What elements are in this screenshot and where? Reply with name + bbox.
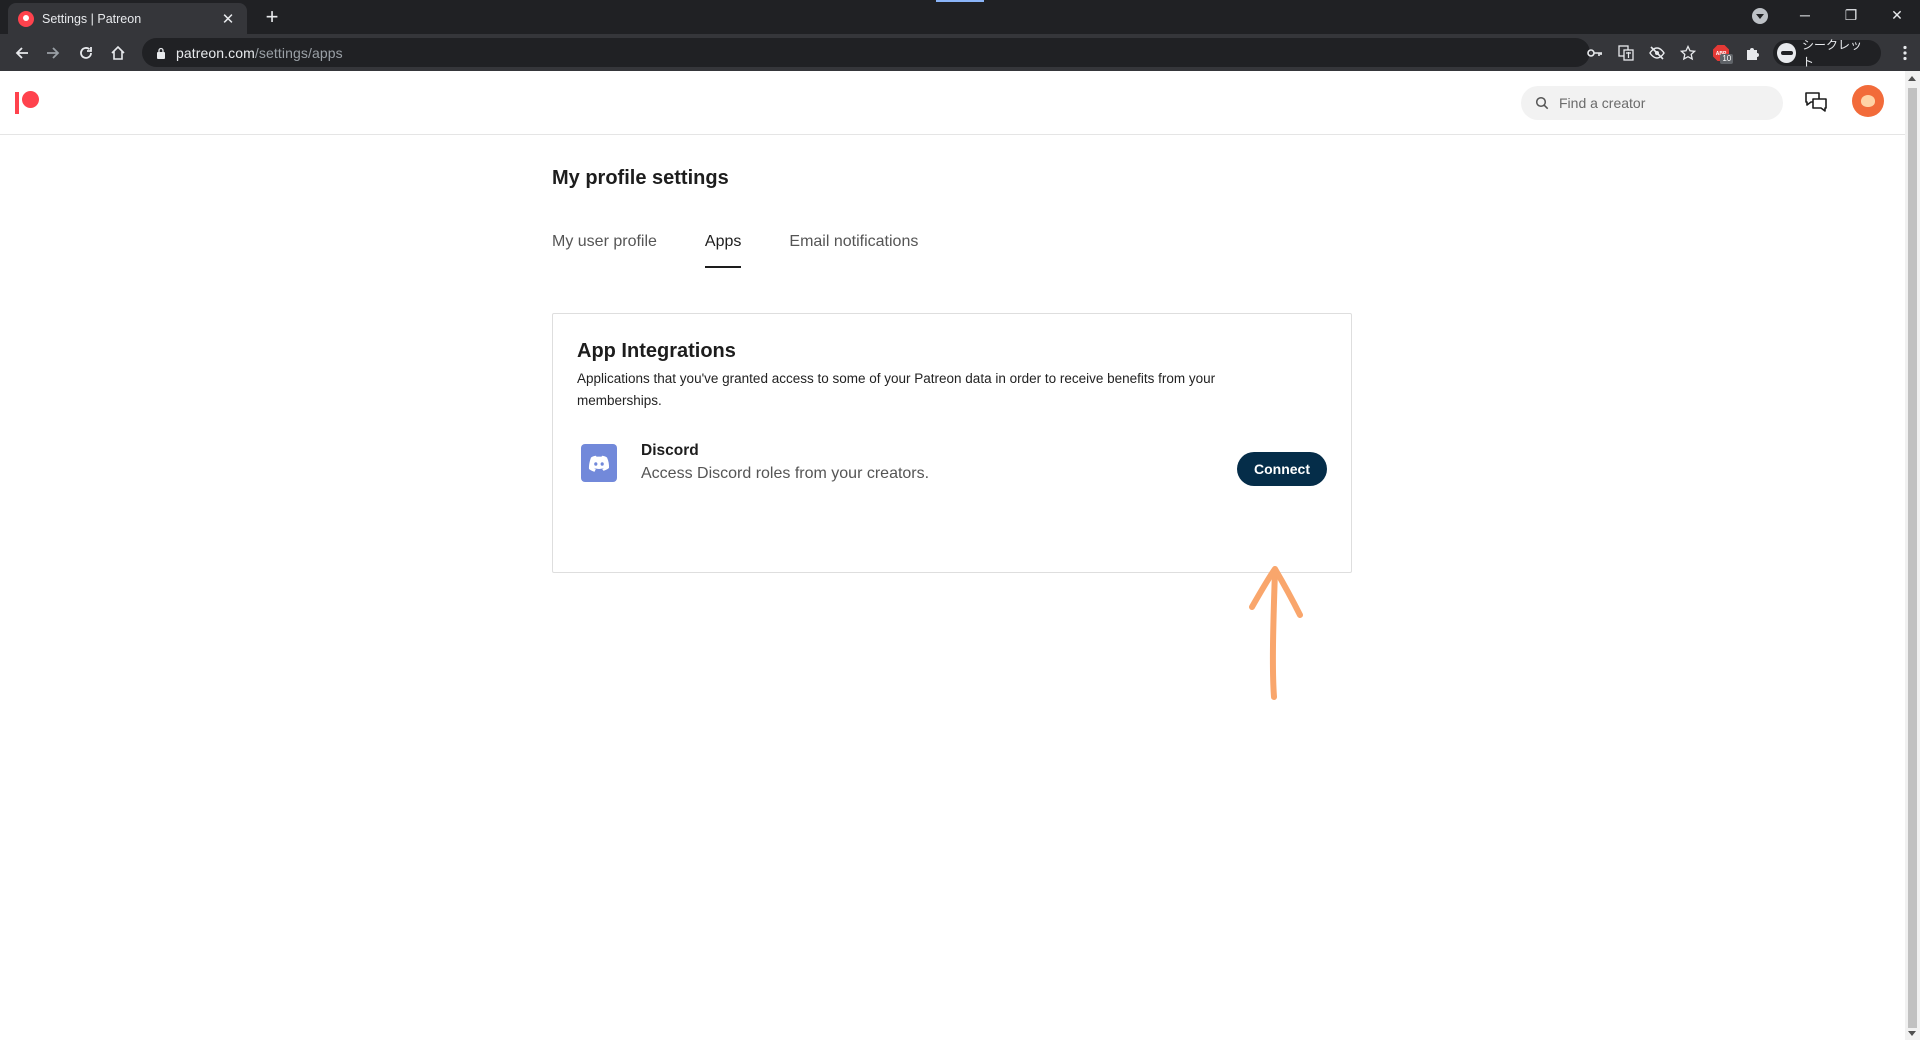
logo-bar xyxy=(15,92,19,114)
close-window-button[interactable]: ✕ xyxy=(1874,0,1920,30)
minimize-button[interactable]: ─ xyxy=(1782,0,1828,30)
new-tab-button[interactable]: + xyxy=(258,4,286,30)
scroll-up-arrow-icon[interactable] xyxy=(1908,76,1916,81)
window-controls: ─ ❐ ✕ xyxy=(1782,0,1920,30)
tab-apps[interactable]: Apps xyxy=(704,233,742,269)
back-arrow-icon xyxy=(15,46,28,59)
creator-search xyxy=(1521,86,1783,120)
browser-toolbar: patreon.com/settings/apps ABP 10 シークレット xyxy=(0,34,1920,71)
search-icon xyxy=(1535,96,1549,110)
more-vertical-icon xyxy=(1903,45,1907,60)
star-icon xyxy=(1679,44,1696,60)
incognito-label: シークレット xyxy=(1802,37,1863,69)
browser-tab[interactable]: Settings | Patreon ✕ xyxy=(8,3,247,34)
password-key-button[interactable] xyxy=(1580,34,1611,71)
browser-menu-button[interactable] xyxy=(1889,34,1920,71)
messages-button[interactable] xyxy=(1802,88,1830,116)
restore-button[interactable]: ❐ xyxy=(1828,0,1874,30)
page-title: My profile settings xyxy=(552,167,729,189)
translate-icon xyxy=(1618,44,1634,61)
extensions-button[interactable] xyxy=(1738,34,1769,71)
app-row-discord: Discord Access Discord roles from your c… xyxy=(577,442,1329,490)
app-name: Discord xyxy=(641,442,699,459)
reload-icon xyxy=(80,46,92,59)
adblock-extension-button[interactable]: ABP 10 xyxy=(1703,34,1738,71)
chat-bubbles-icon xyxy=(1805,92,1827,112)
connect-button[interactable]: Connect xyxy=(1237,452,1327,486)
extension-badge: 10 xyxy=(1720,54,1734,64)
patreon-favicon-icon xyxy=(18,10,34,27)
tab-email-notifications[interactable]: Email notifications xyxy=(789,233,918,269)
discord-logo-icon xyxy=(588,455,610,472)
home-icon xyxy=(111,45,125,60)
scroll-thumb[interactable] xyxy=(1908,88,1917,1028)
browser-tab-strip: Settings | Patreon ✕ + ─ ❐ ✕ xyxy=(0,0,1920,34)
patreon-logo[interactable] xyxy=(15,91,43,115)
incognito-indicator[interactable]: シークレット xyxy=(1772,38,1882,69)
tab-search-dropdown-icon[interactable] xyxy=(1752,8,1768,24)
site-header xyxy=(0,71,1905,135)
puzzle-icon xyxy=(1747,47,1760,60)
logo-dot xyxy=(22,91,39,108)
forward-button[interactable] xyxy=(37,34,69,71)
annotation-arrow-icon xyxy=(1249,566,1303,700)
eye-off-icon xyxy=(1649,45,1665,60)
lock-icon xyxy=(157,47,165,59)
patreon-page: My profile settings My user profile Apps… xyxy=(0,71,1905,1040)
discord-icon xyxy=(581,444,617,482)
tab-search-indicator xyxy=(936,0,984,2)
settings-tabs: My user profile Apps Email notifications xyxy=(552,233,966,269)
page-scrollbar[interactable] xyxy=(1905,71,1920,1040)
url-path: /settings/apps xyxy=(254,44,343,61)
home-button[interactable] xyxy=(102,34,134,71)
user-avatar[interactable] xyxy=(1852,85,1884,117)
app-integrations-card: App Integrations Applications that you'v… xyxy=(552,313,1352,573)
tab-my-user-profile[interactable]: My user profile xyxy=(552,233,657,269)
app-description: Access Discord roles from your creators. xyxy=(641,465,930,482)
forward-arrow-icon xyxy=(47,46,60,59)
url-text: patreon.com/settings/apps xyxy=(176,45,343,61)
back-button[interactable] xyxy=(6,34,38,71)
tab-title: Settings | Patreon xyxy=(42,11,142,26)
toolbar-actions: ABP 10 シークレット xyxy=(1580,34,1920,71)
address-bar[interactable]: patreon.com/settings/apps xyxy=(142,38,1590,67)
key-icon xyxy=(1587,48,1603,57)
search-input[interactable] xyxy=(1559,95,1769,111)
bookmark-star-button[interactable] xyxy=(1672,34,1703,71)
tracking-button[interactable] xyxy=(1642,34,1673,71)
card-description: Applications that you've granted access … xyxy=(577,371,1216,408)
reload-button[interactable] xyxy=(70,34,102,71)
scroll-down-arrow-icon[interactable] xyxy=(1908,1031,1916,1036)
url-host: patreon.com xyxy=(176,44,255,61)
tab-close-icon[interactable]: ✕ xyxy=(219,10,237,28)
card-title: App Integrations xyxy=(577,340,736,362)
avatar-face xyxy=(1861,95,1875,107)
translate-button[interactable] xyxy=(1611,34,1642,71)
incognito-icon xyxy=(1776,42,1797,63)
